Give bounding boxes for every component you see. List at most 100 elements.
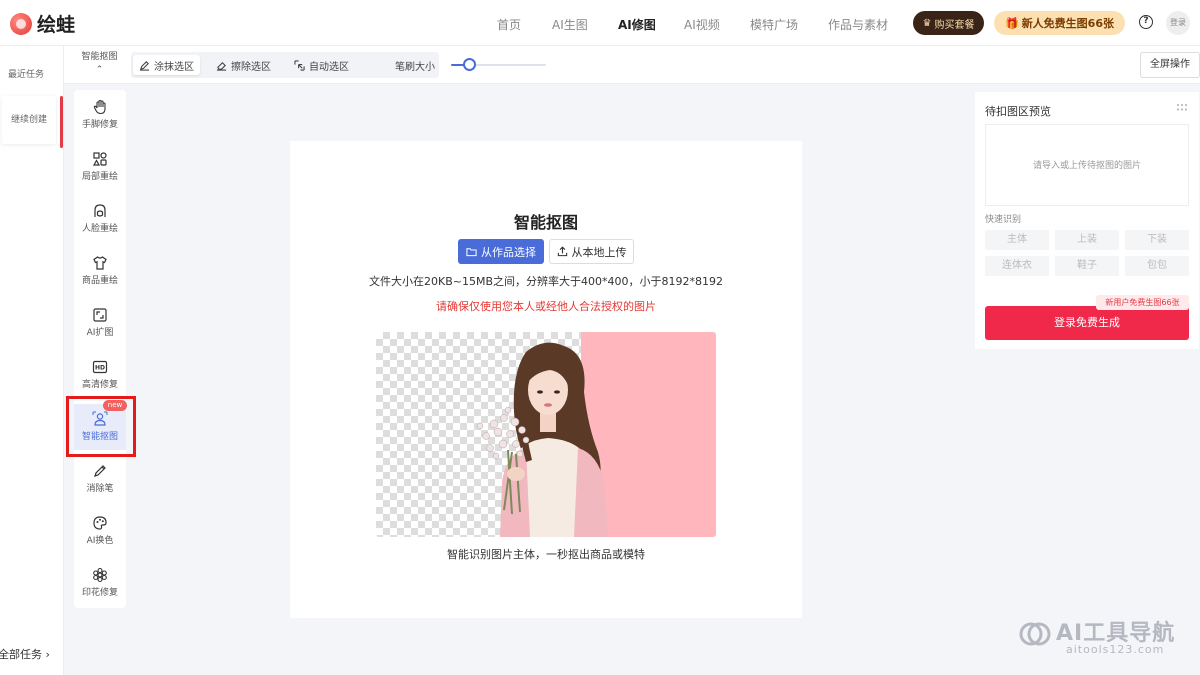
- retouch-tools-panel: 手脚修复 局部重绘 人脸重绘 商品重绘 AI扩图 HD 高清修复 智能抠图 消除…: [74, 90, 126, 608]
- watermark: AI工具导航 aitools123.com: [1018, 613, 1188, 658]
- all-tasks-link[interactable]: 全部任务 ›: [0, 646, 50, 662]
- preview-panel: 待扣图区预览 请导入或上传待抠图的图片 快速识别 主体 上装 下装 连体衣 鞋子…: [975, 92, 1199, 349]
- logo[interactable]: 绘蛙: [10, 10, 75, 37]
- mode-selector[interactable]: 智能抠图 ⌃: [72, 51, 127, 77]
- chip-subject[interactable]: 主体: [985, 230, 1049, 250]
- authorization-warning: 请确保仅使用您本人或经他人合法授权的图片: [436, 300, 656, 313]
- nav-ai-image[interactable]: AI生图: [552, 16, 588, 33]
- tool-hd-repair-label: 高清修复: [81, 380, 118, 390]
- nav-ai-video[interactable]: AI视频: [684, 16, 720, 33]
- chip-shoes[interactable]: 鞋子: [1055, 256, 1119, 276]
- tool-local-redraw[interactable]: 局部重绘: [74, 144, 126, 190]
- edit-toolbar: 智能抠图 ⌃ 涂抹选区 擦除选区 自动选区 笔刷大小 全屏操作: [64, 46, 1200, 84]
- watermark-url: aitools123.com: [1066, 643, 1165, 656]
- tool-print-repair-label: 印花修复: [81, 588, 118, 598]
- app-name: 绘蛙: [37, 14, 76, 36]
- hd-icon: HD: [92, 360, 108, 374]
- select-from-works-label: 从作品选择: [481, 245, 536, 259]
- grip-icon[interactable]: [1176, 103, 1188, 112]
- preview-title: 待扣图区预览: [985, 105, 1051, 118]
- selection-tool-group: 涂抹选区 擦除选区 自动选区: [131, 52, 439, 78]
- fullscreen-button[interactable]: 全屏操作: [1140, 52, 1200, 78]
- chip-bags[interactable]: 包包: [1125, 256, 1189, 276]
- tool-ai-expand-label: AI扩图: [86, 328, 114, 338]
- tool-hand-repair[interactable]: 手脚修复: [74, 92, 126, 138]
- tool-print-repair[interactable]: 印花修复: [74, 560, 126, 606]
- model-cutout-illustration: [476, 342, 608, 537]
- tool-auto-selection[interactable]: 自动选区: [288, 55, 355, 75]
- chevron-right-icon: ›: [45, 648, 50, 661]
- brush-size-label: 笔刷大小: [395, 62, 435, 73]
- palette-icon: [93, 516, 107, 530]
- tool-local-redraw-label: 局部重绘: [81, 172, 118, 182]
- upload-local-button[interactable]: 从本地上传: [549, 239, 634, 264]
- tool-auto-label: 自动选区: [309, 61, 349, 73]
- chip-bottom[interactable]: 下装: [1125, 230, 1189, 250]
- folder-icon: [466, 247, 477, 256]
- tool-product-redraw-label: 商品重绘: [81, 276, 118, 286]
- card-title: 智能抠图: [513, 213, 578, 232]
- all-tasks-label: 全部任务: [0, 648, 42, 661]
- face-icon: [94, 204, 106, 217]
- brush-icon: [94, 465, 106, 477]
- upload-local-label: 从本地上传: [571, 245, 627, 259]
- quick-detect-label: 快速识别: [985, 215, 1022, 225]
- recent-tasks-label: 最近任务: [8, 70, 45, 80]
- free-images-button[interactable]: 🎁 新人免费生图66张: [994, 11, 1125, 35]
- demo-caption: 智能识别图片主体，一秒抠出商品或模特: [447, 548, 645, 561]
- tool-ai-expand[interactable]: AI扩图: [74, 300, 126, 346]
- tool-ai-recolor[interactable]: AI换色: [74, 508, 126, 554]
- watermark-logo-icon: [1019, 622, 1051, 646]
- chip-onepiece[interactable]: 连体衣: [985, 256, 1049, 276]
- buy-plan-button[interactable]: ♛ 购买套餐: [913, 11, 984, 35]
- upload-icon: [557, 246, 567, 257]
- history-column: 最近任务 继续创建 全部任务 ›: [0, 46, 64, 675]
- new-badge: new: [103, 400, 127, 411]
- chevron-up-icon: ⌃: [95, 65, 104, 75]
- nav-model-square[interactable]: 模特广场: [750, 16, 798, 33]
- nav-home[interactable]: 首页: [497, 16, 521, 33]
- new-user-promo-tag: 新用户免费生图66张: [1096, 295, 1189, 310]
- tool-paint-selection[interactable]: 涂抹选区: [133, 55, 200, 75]
- free-images-label: 新人免费生图66张: [1021, 17, 1114, 30]
- nav-works[interactable]: 作品与素材: [828, 16, 888, 33]
- history-accent-bar: [60, 96, 63, 148]
- tool-erase-selection[interactable]: 擦除选区: [210, 55, 277, 75]
- gift-icon: 🎁: [1004, 16, 1019, 30]
- tool-paint-label: 涂抹选区: [154, 61, 194, 73]
- expand-icon: [93, 308, 107, 322]
- tool-hand-repair-label: 手脚修复: [81, 120, 118, 130]
- tool-hd-repair[interactable]: HD 高清修复: [74, 352, 126, 398]
- mode-label: 智能抠图: [81, 52, 118, 62]
- brush-size-handle[interactable]: [463, 58, 477, 71]
- tool-erase-label: 擦除选区: [231, 61, 271, 73]
- crown-icon: ♛: [922, 17, 932, 29]
- pencil-icon: [139, 60, 150, 71]
- select-from-works-button[interactable]: 从作品选择: [458, 239, 544, 264]
- nav-ai-retouch[interactable]: AI修图: [618, 16, 656, 33]
- top-nav: 绘蛙 首页 AI生图 AI修图 AI视频 模特广场 作品与素材 ♛ 购买套餐 🎁…: [0, 0, 1200, 46]
- tool-ai-recolor-label: AI换色: [86, 536, 114, 546]
- svg-text:HD: HD: [95, 365, 105, 372]
- auto-select-icon: [294, 59, 305, 71]
- tool-face-redraw[interactable]: 人脸重绘: [74, 196, 126, 242]
- login-avatar[interactable]: 登录: [1166, 11, 1190, 35]
- tool-product-redraw[interactable]: 商品重绘: [74, 248, 126, 294]
- hand-icon: [93, 99, 106, 115]
- tool-face-redraw-label: 人脸重绘: [81, 224, 118, 234]
- tool-eraser-pen-label: 消除笔: [86, 484, 114, 494]
- shapes-icon: [92, 152, 107, 166]
- file-requirements: 文件大小在20KB~15MB之间，分辨率大于400*400，小于8192*819…: [369, 275, 723, 288]
- flower-icon: [93, 567, 107, 583]
- shirt-icon: [93, 256, 107, 270]
- chip-top[interactable]: 上装: [1055, 230, 1119, 250]
- upload-dropzone[interactable]: 请导入或上传待抠图的图片: [985, 124, 1189, 206]
- cutout-demo-image: [376, 332, 716, 537]
- tool-eraser-pen[interactable]: 消除笔: [74, 456, 126, 502]
- help-icon[interactable]: ?: [1139, 15, 1153, 29]
- login-generate-button[interactable]: 登录免费生成: [985, 306, 1189, 340]
- upload-card: 智能抠图 从作品选择 从本地上传 文件大小在20KB~15MB之间，分辨率大于4…: [290, 141, 802, 618]
- continue-create-button[interactable]: 继续创建: [2, 96, 56, 144]
- logo-icon: [10, 12, 32, 35]
- eraser-icon: [216, 61, 227, 71]
